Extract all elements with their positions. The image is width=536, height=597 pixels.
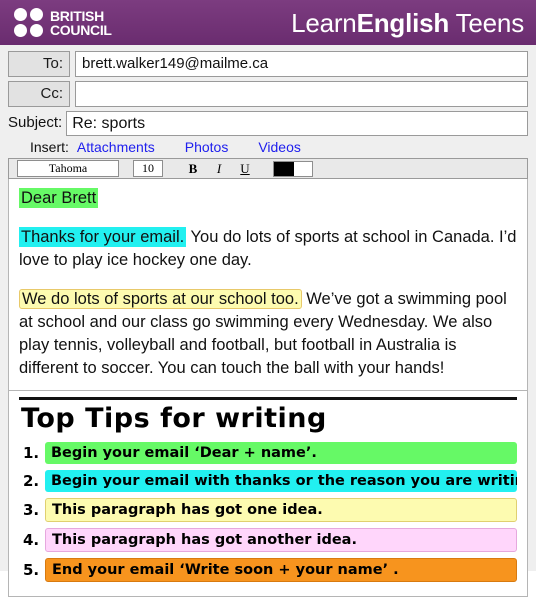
tips-divider xyxy=(19,397,517,400)
top-tips-title: Top Tips for writing xyxy=(21,403,327,434)
tip-number-1: 1. xyxy=(23,444,40,462)
greeting-highlight: Dear Brett xyxy=(19,188,99,208)
tip-text-2: Begin your email with thanks or the reas… xyxy=(45,470,517,492)
logo-line-1: BRITISH xyxy=(50,7,104,24)
tip-row-5: 5. End your email ‘Write soon + your nam… xyxy=(19,558,517,582)
tip-text-5: End your email ‘Write soon + your name’ … xyxy=(45,558,517,582)
bold-button[interactable]: B xyxy=(185,161,201,177)
site-header: BRITISH COUNCIL LearnEnglish Teens xyxy=(0,0,536,45)
text-color-swatch[interactable] xyxy=(273,160,313,177)
logo-line-2: COUNCIL xyxy=(50,21,112,38)
british-council-dots-icon xyxy=(14,8,43,37)
to-input[interactable]: brett.walker149@mailme.ca xyxy=(75,51,528,77)
underline-button[interactable]: U xyxy=(237,161,253,177)
insert-videos-link[interactable]: Videos xyxy=(258,139,301,155)
mail-address-fields: To: brett.walker149@mailme.ca Cc: Subjec… xyxy=(8,45,528,136)
subject-label: Subject: xyxy=(8,114,63,131)
thanks-highlight: Thanks for your email. xyxy=(19,227,187,247)
body-paragraph-greeting: Dear Brett xyxy=(19,187,517,210)
school-sports-highlight: We do lots of sports at our school too. xyxy=(19,289,302,309)
message-body-editor[interactable]: Dear Brett Thanks for your email. You do… xyxy=(8,179,528,391)
tip-number-4: 4. xyxy=(23,531,40,549)
insert-label: Insert: xyxy=(30,139,69,155)
subject-row: Subject: Re: sports xyxy=(8,111,528,136)
font-family-select[interactable]: Tahoma xyxy=(17,160,119,177)
mail-compose-page: To: brett.walker149@mailme.ca Cc: Subjec… xyxy=(0,45,536,597)
tip-text-3: This paragraph has got one idea. xyxy=(45,498,517,522)
format-toolbar: Tahoma 10 B I U xyxy=(8,158,528,179)
color-chip-icon xyxy=(274,161,294,176)
cc-input[interactable] xyxy=(75,81,528,107)
top-tips-panel: Top Tips for writing 1. Begin your email… xyxy=(8,391,528,597)
italic-button[interactable]: I xyxy=(211,161,227,177)
tip-row-2: 2. Begin your email with thanks or the r… xyxy=(19,470,517,492)
cc-button[interactable]: Cc: xyxy=(8,81,70,107)
tip-text-4: This paragraph has got another idea. xyxy=(45,528,517,552)
insert-row: Insert: Attachments Photos Videos xyxy=(8,136,528,158)
body-paragraph-two: Thanks for your email. You do lots of sp… xyxy=(19,226,517,272)
tip-row-1: 1. Begin your email ‘Dear + name’. xyxy=(19,442,517,464)
learnenglish-teens-brand: LearnEnglish Teens xyxy=(291,9,528,37)
tip-row-4: 4. This paragraph has got another idea. xyxy=(19,528,517,552)
tip-number-5: 5. xyxy=(23,561,40,579)
british-council-logo: BRITISH COUNCIL xyxy=(14,8,112,37)
brand-pre: Learn xyxy=(291,7,357,38)
insert-attachments-link[interactable]: Attachments xyxy=(77,139,155,155)
tip-text-1: Begin your email ‘Dear + name’. xyxy=(45,442,517,464)
british-council-wordmark: BRITISH COUNCIL xyxy=(50,9,112,37)
font-size-select[interactable]: 10 xyxy=(133,160,163,177)
insert-photos-link[interactable]: Photos xyxy=(185,139,229,155)
body-paragraph-three: We do lots of sports at our school too. … xyxy=(19,288,517,380)
brand-post: Teens xyxy=(449,7,525,38)
subject-input[interactable]: Re: sports xyxy=(66,111,528,136)
to-button[interactable]: To: xyxy=(8,51,70,77)
cc-row: Cc: xyxy=(8,81,528,107)
tip-number-3: 3. xyxy=(23,501,40,519)
tip-number-2: 2. xyxy=(23,472,40,490)
brand-bold: English xyxy=(356,7,450,38)
to-row: To: brett.walker149@mailme.ca xyxy=(8,51,528,77)
tip-row-3: 3. This paragraph has got one idea. xyxy=(19,498,517,522)
